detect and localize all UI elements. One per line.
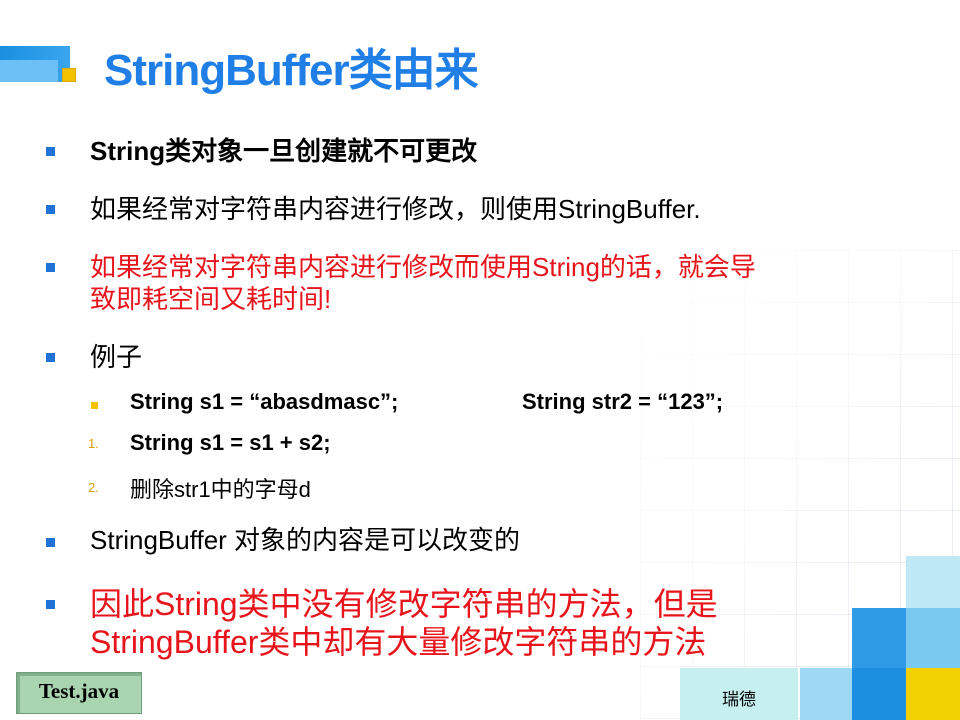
sub-item-text-2: String str2 = “123”; xyxy=(522,389,724,414)
bullet-icon xyxy=(46,353,55,362)
bullet-icon xyxy=(46,147,55,156)
title-square-icon xyxy=(62,68,76,82)
sub-item-number: 2. xyxy=(88,480,99,495)
bullet-text-line1: 如果经常对字符串内容进行修改而使用String的话，就会导 xyxy=(90,252,756,282)
deco-block xyxy=(852,668,906,720)
file-name-box: Test.java xyxy=(16,672,142,714)
bullet-icon xyxy=(46,600,55,609)
sub-bullet-icon xyxy=(91,402,98,409)
bullet-text-line2: StringBuffer类中却有大量修改字符串的方法 xyxy=(90,624,707,660)
bullet-text: StringBuffer 对象的内容是可以改变的 xyxy=(90,525,521,555)
sub-item-text: String s1 = “abasdmasc”; xyxy=(130,389,399,414)
bullet-text: String类对象一旦创建就不可更改 xyxy=(90,136,478,166)
deco-block xyxy=(906,608,960,668)
company-label: 瑞德 xyxy=(722,690,756,709)
bullet-text: 例子 xyxy=(90,342,143,372)
deco-block xyxy=(800,668,852,720)
bullet-icon xyxy=(46,205,55,214)
company-box: 瑞德 xyxy=(680,668,798,720)
sub-item-text: String s1 = s1 + s2; xyxy=(130,430,331,455)
bullet-text-line2: 致即耗空间又耗时间! xyxy=(90,284,332,314)
slide: StringBuffer类由来 String类对象一旦创建就不可更改 如果经常对… xyxy=(0,0,960,720)
file-name-label: Test.java xyxy=(38,679,120,703)
sub-item-text: 删除str1中的字母d xyxy=(130,477,311,502)
sub-item-number: 1. xyxy=(88,436,99,451)
bullet-text-line1: 因此String类中没有修改字符串的方法，但是 xyxy=(90,586,718,622)
slide-title: StringBuffer类由来 xyxy=(104,46,479,95)
deco-block xyxy=(906,668,960,720)
title-accent-bar-light xyxy=(0,60,58,82)
bullet-icon xyxy=(46,538,55,547)
deco-block xyxy=(852,608,906,668)
bullet-text: 如果经常对字符串内容进行修改，则使用StringBuffer. xyxy=(90,194,701,224)
deco-block xyxy=(906,556,960,608)
bullet-icon xyxy=(46,263,55,272)
